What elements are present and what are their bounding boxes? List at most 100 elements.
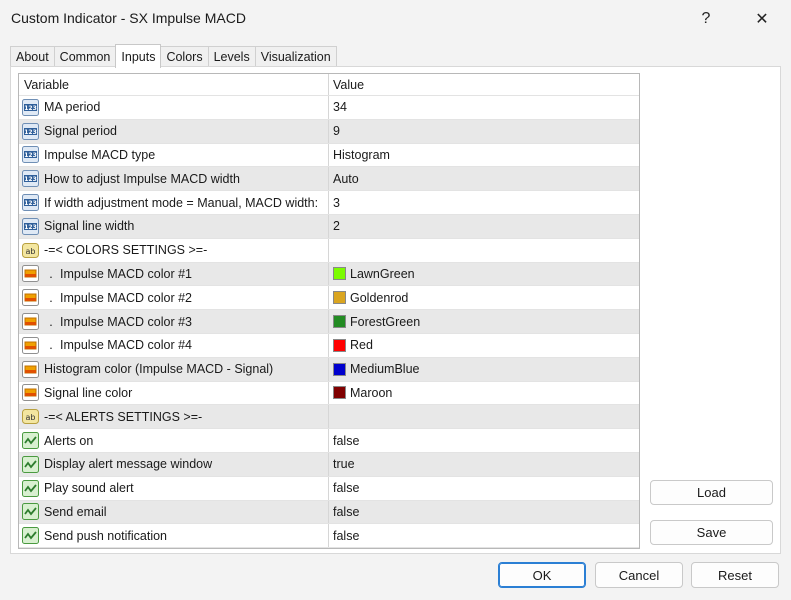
color-icon (21, 265, 39, 283)
variable-cell[interactable]: 123 Impulse MACD type (19, 143, 329, 167)
variable-cell[interactable]: 123 How to adjust Impulse MACD width (19, 167, 329, 191)
value-cell[interactable]: false (329, 477, 639, 500)
grid-row[interactable]: 123 MA period 34 (19, 96, 639, 120)
tab-about[interactable]: About (10, 46, 55, 67)
close-button[interactable]: ✕ (742, 6, 782, 32)
variable-cell[interactable]: 123 MA period (19, 96, 329, 119)
value-cell[interactable] (329, 239, 639, 262)
value-cell[interactable]: Goldenrod (329, 286, 639, 309)
variable-label: Send email (44, 504, 107, 519)
color-swatch[interactable] (333, 315, 346, 329)
grid-row[interactable]: Display alert message window true (19, 452, 639, 477)
color-icon (21, 313, 39, 331)
tab-strip: About Common Inputs Colors Levels Visual… (10, 44, 337, 68)
value-text: ForestGreen (350, 314, 421, 329)
cancel-button[interactable]: Cancel (595, 562, 683, 588)
variable-cell[interactable]: Send push notification (19, 524, 329, 548)
reset-button[interactable]: Reset (691, 562, 779, 588)
tab-levels[interactable]: Levels (207, 46, 256, 67)
value-cell[interactable]: Red (329, 334, 639, 357)
variable-cell[interactable]: Alerts on (19, 429, 329, 452)
value-cell[interactable]: false (329, 524, 639, 547)
color-swatch[interactable] (333, 267, 346, 281)
value-text: Auto (333, 171, 359, 186)
grid-row[interactable]: 123 Signal line width 2 (19, 214, 639, 239)
value-cell[interactable]: false (329, 501, 639, 524)
inputs-grid: Variable Value 123 MA period 34 123 Signal p… (18, 73, 640, 549)
grid-row[interactable]: Histogram color (Impulse MACD - Signal) M… (19, 357, 639, 382)
tab-common[interactable]: Common (53, 46, 117, 67)
value-cell[interactable]: 2 (329, 215, 639, 238)
bool-icon (21, 455, 39, 473)
grid-row[interactable]: . Impulse MACD color #2 Goldenrod (19, 286, 639, 311)
grid-row[interactable]: 123 Signal period 9 (19, 119, 639, 144)
column-header-value[interactable]: Value (329, 74, 639, 95)
number-icon: 123 (21, 122, 39, 140)
grid-row[interactable]: Signal line color Maroon (19, 381, 639, 406)
grid-row[interactable]: 123 If width adjustment mode = Manual, MA… (19, 191, 639, 215)
load-button[interactable]: Load (650, 480, 773, 505)
variable-cell[interactable]: Play sound alert (19, 476, 329, 500)
grid-row[interactable]: 123 How to adjust Impulse MACD width Auto (19, 167, 639, 192)
value-cell[interactable]: 3 (329, 191, 639, 214)
tab-inputs[interactable]: Inputs (115, 44, 162, 68)
grid-row[interactable]: . Impulse MACD color #3 ForestGreen (19, 310, 639, 334)
color-icon (21, 384, 39, 402)
value-text: false (333, 528, 360, 543)
help-button[interactable]: ? (686, 6, 726, 32)
variable-label: Alerts on (44, 433, 94, 448)
column-header-variable[interactable]: Variable (19, 74, 329, 95)
value-cell[interactable]: Auto (329, 167, 639, 190)
variable-cell[interactable]: . Impulse MACD color #1 (19, 262, 329, 286)
bool-icon (21, 479, 39, 497)
grid-row[interactable]: . Impulse MACD color #1 LawnGreen (19, 262, 639, 287)
value-cell[interactable]: LawnGreen (329, 263, 639, 286)
tab-colors[interactable]: Colors (160, 46, 209, 67)
variable-cell[interactable]: ab -=< COLORS SETTINGS >=- (19, 238, 329, 262)
value-cell[interactable]: Histogram (329, 144, 639, 167)
ok-button[interactable]: OK (498, 562, 586, 588)
value-cell[interactable]: MediumBlue (329, 358, 639, 381)
color-icon (21, 360, 39, 378)
color-swatch[interactable] (333, 386, 346, 400)
value-cell[interactable]: Maroon (329, 382, 639, 405)
variable-cell[interactable]: . Impulse MACD color #3 (19, 310, 329, 333)
grid-row[interactable]: ab -=< ALERTS SETTINGS >=- (19, 405, 639, 430)
value-cell[interactable]: ForestGreen (329, 310, 639, 333)
value-cell[interactable]: true (329, 453, 639, 476)
svg-text:ab: ab (25, 247, 35, 256)
variable-cell[interactable]: ab -=< ALERTS SETTINGS >=- (19, 405, 329, 429)
save-button[interactable]: Save (650, 520, 773, 545)
variable-cell[interactable]: Send email (19, 500, 329, 524)
value-text: false (333, 504, 360, 519)
grid-row[interactable]: . Impulse MACD color #4 Red (19, 333, 639, 358)
grid-row[interactable]: ab -=< COLORS SETTINGS >=- (19, 238, 639, 263)
color-swatch[interactable] (333, 338, 346, 352)
variable-cell[interactable]: . Impulse MACD color #2 (19, 286, 329, 310)
svg-text:123: 123 (24, 152, 37, 159)
variable-cell[interactable]: Display alert message window (19, 452, 329, 476)
number-icon: 123 (21, 146, 39, 164)
value-cell[interactable]: false (329, 429, 639, 452)
svg-text:123: 123 (24, 129, 37, 136)
variable-label: Signal line width (44, 219, 135, 234)
variable-cell[interactable]: Signal line color (19, 381, 329, 405)
grid-row[interactable]: Send push notification false (19, 524, 639, 548)
variable-cell[interactable]: 123 If width adjustment mode = Manual, MA… (19, 191, 329, 214)
color-swatch[interactable] (333, 362, 346, 376)
value-cell[interactable]: 34 (329, 96, 639, 119)
grid-row[interactable]: Alerts on false (19, 429, 639, 453)
grid-row[interactable]: Play sound alert false (19, 476, 639, 501)
value-text: Red (350, 338, 373, 353)
variable-cell[interactable]: 123 Signal line width (19, 214, 329, 238)
value-cell[interactable]: 9 (329, 120, 639, 143)
variable-cell[interactable]: Histogram color (Impulse MACD - Signal) (19, 357, 329, 381)
variable-cell[interactable]: . Impulse MACD color #4 (19, 333, 329, 357)
number-icon: 123 (21, 194, 39, 212)
tab-visualization[interactable]: Visualization (254, 46, 337, 67)
grid-row[interactable]: 123 Impulse MACD type Histogram (19, 143, 639, 168)
grid-row[interactable]: Send email false (19, 500, 639, 525)
variable-cell[interactable]: 123 Signal period (19, 119, 329, 143)
color-swatch[interactable] (333, 291, 346, 305)
value-cell[interactable] (329, 405, 639, 428)
